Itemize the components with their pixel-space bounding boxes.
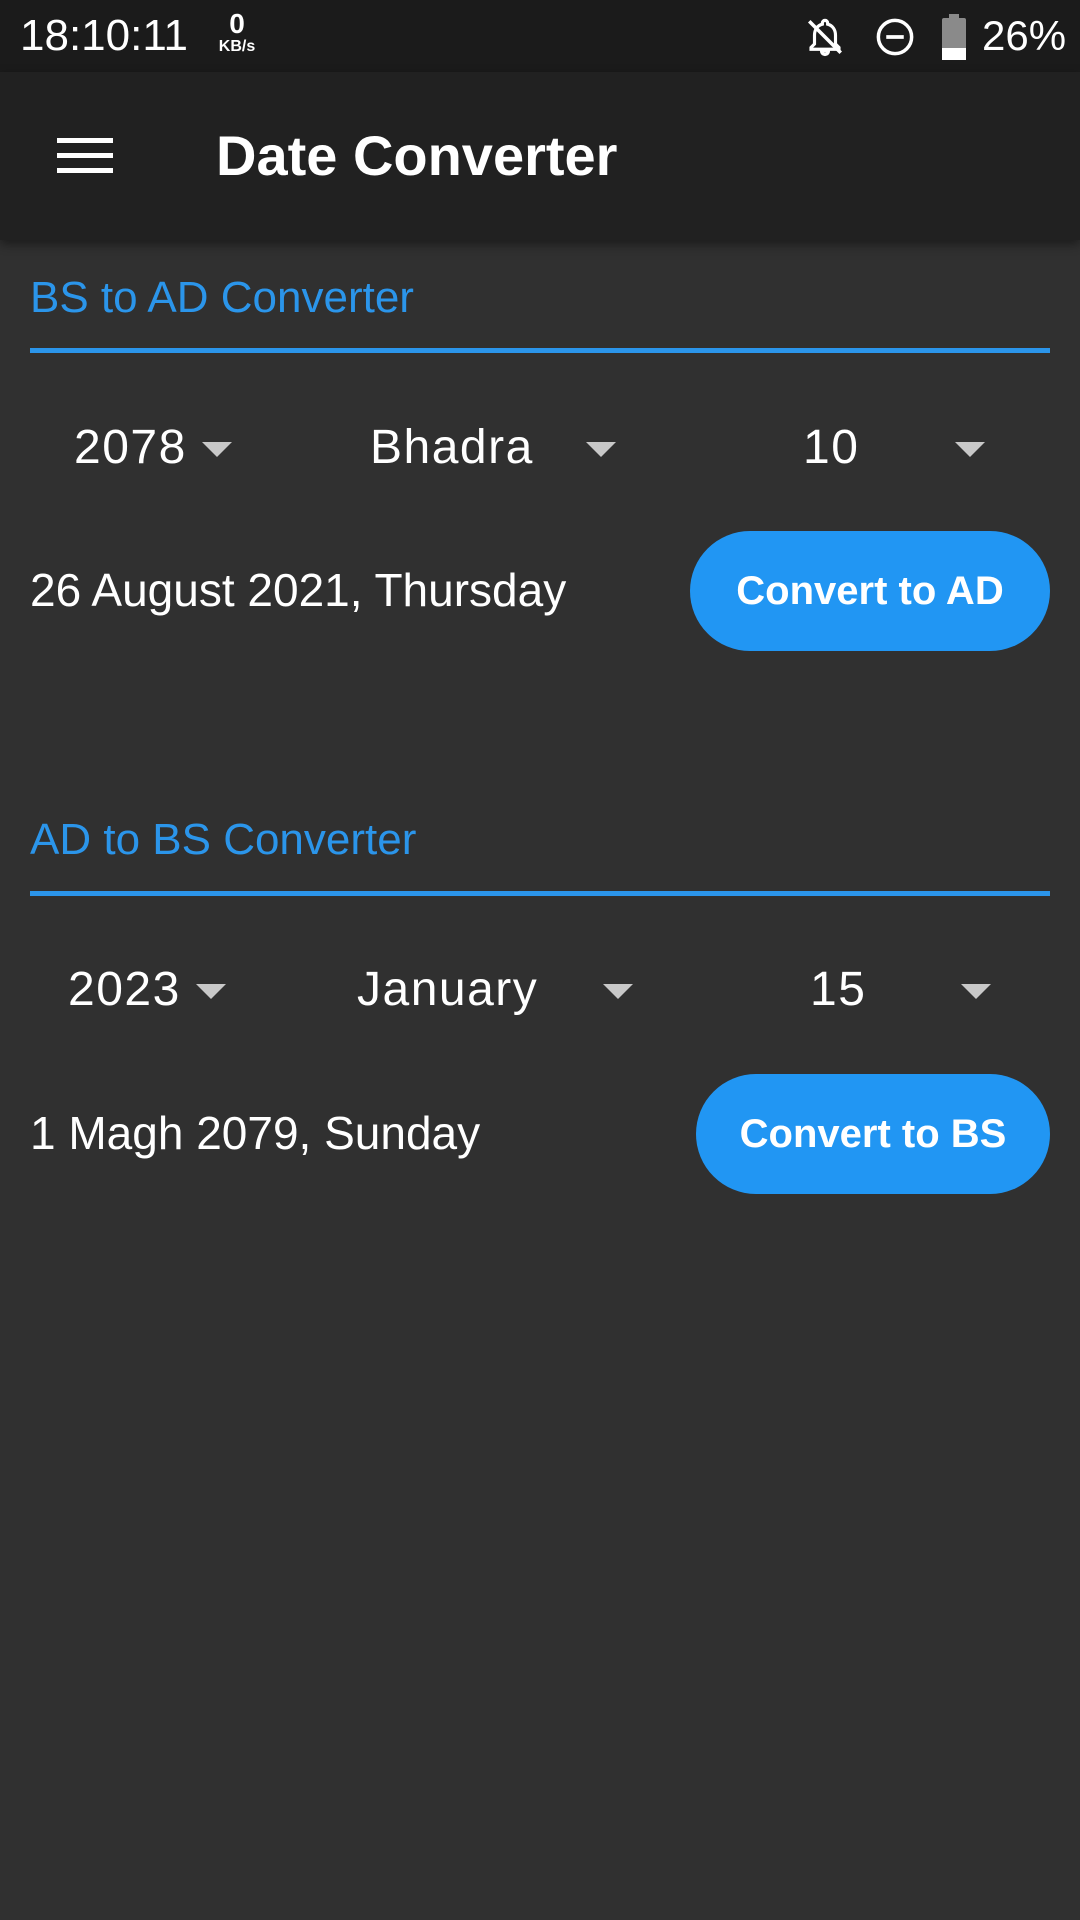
app-title: Date Converter: [216, 124, 618, 187]
ad-to-bs-section-title: AD to BS Converter: [30, 815, 417, 864]
network-speed-indicator: 0 KB/s: [212, 10, 262, 56]
ad-to-bs-divider: [30, 891, 1050, 896]
ad-year-dropdown[interactable]: 2023: [68, 950, 238, 1030]
do-not-disturb-icon: [874, 16, 916, 63]
network-speed-unit: KB/s: [218, 38, 256, 55]
bs-to-ad-result: 26 August 2021, Thursday: [30, 564, 567, 616]
notifications-off-icon: [804, 16, 846, 63]
bs-month-dropdown[interactable]: Bhadra: [370, 408, 630, 488]
network-speed-value: 0: [229, 8, 245, 39]
status-bar: 18:10:11 0 KB/s 26%: [0, 0, 1080, 72]
battery-percentage: 26%: [982, 12, 1067, 59]
status-time: 18:10:11: [20, 11, 189, 60]
bs-day-dropdown[interactable]: 10: [803, 408, 993, 488]
convert-to-bs-button[interactable]: Convert to BS: [696, 1074, 1050, 1194]
chevron-down-icon: [961, 984, 991, 999]
chevron-down-icon: [586, 442, 616, 457]
battery-icon: [940, 14, 968, 65]
chevron-down-icon: [202, 442, 232, 457]
ad-month-value: January: [357, 963, 539, 1016]
chevron-down-icon: [196, 984, 226, 999]
bs-month-value: Bhadra: [370, 421, 534, 474]
menu-button[interactable]: [40, 114, 130, 198]
bs-year-dropdown[interactable]: 2078: [74, 408, 244, 488]
bs-year-value: 2078: [74, 421, 187, 474]
ad-year-value: 2023: [68, 963, 181, 1016]
ad-day-dropdown[interactable]: 15: [810, 950, 1000, 1030]
ad-to-bs-result: 1 Magh 2079, Sunday: [30, 1107, 481, 1159]
bs-day-value: 10: [803, 421, 860, 474]
convert-to-ad-button[interactable]: Convert to AD: [690, 531, 1050, 651]
chevron-down-icon: [603, 984, 633, 999]
app-bar: Date Converter: [0, 72, 1080, 240]
bs-to-ad-divider: [30, 348, 1050, 353]
bs-to-ad-section-title: BS to AD Converter: [30, 273, 414, 322]
chevron-down-icon: [955, 442, 985, 457]
ad-month-dropdown[interactable]: January: [357, 950, 637, 1030]
ad-day-value: 15: [810, 963, 867, 1016]
hamburger-menu-icon: [57, 138, 113, 173]
